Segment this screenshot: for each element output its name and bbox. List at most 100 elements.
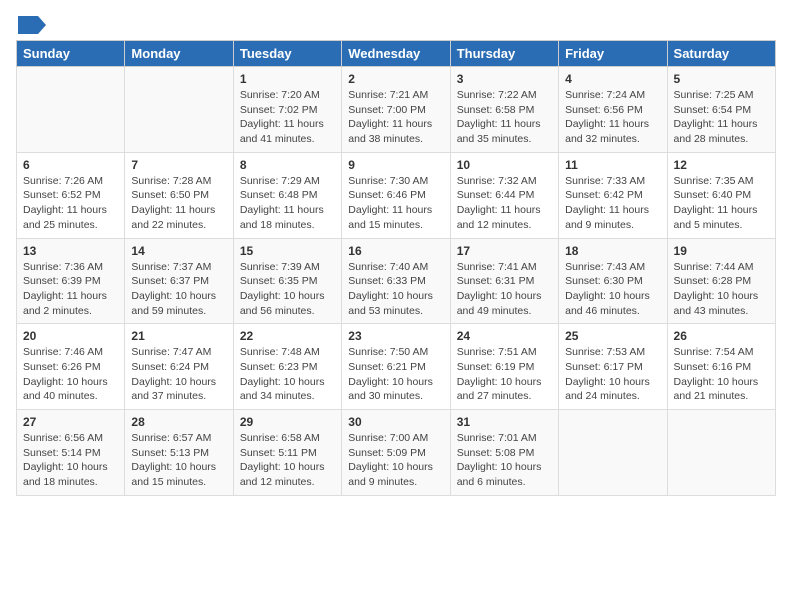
header-cell-thursday: Thursday — [450, 41, 558, 67]
day-cell: 8 Sunrise: 7:29 AM Sunset: 6:48 PM Daylig… — [233, 152, 341, 238]
header-row: SundayMondayTuesdayWednesdayThursdayFrid… — [17, 41, 776, 67]
day-cell: 1 Sunrise: 7:20 AM Sunset: 7:02 PM Daylig… — [233, 67, 341, 153]
week-row-1: 1 Sunrise: 7:20 AM Sunset: 7:02 PM Daylig… — [17, 67, 776, 153]
day-cell: 24 Sunrise: 7:51 AM Sunset: 6:19 PM Dayli… — [450, 324, 558, 410]
day-detail: Sunrise: 7:28 AM Sunset: 6:50 PM Dayligh… — [131, 174, 226, 233]
day-detail: Sunrise: 7:22 AM Sunset: 6:58 PM Dayligh… — [457, 88, 552, 147]
day-detail: Sunrise: 7:50 AM Sunset: 6:21 PM Dayligh… — [348, 345, 443, 404]
day-detail: Sunrise: 7:48 AM Sunset: 6:23 PM Dayligh… — [240, 345, 335, 404]
day-detail: Sunrise: 7:44 AM Sunset: 6:28 PM Dayligh… — [674, 260, 769, 319]
day-number: 28 — [131, 415, 226, 429]
logo-icon — [18, 16, 46, 34]
day-detail: Sunrise: 7:43 AM Sunset: 6:30 PM Dayligh… — [565, 260, 660, 319]
day-cell: 6Sunrise: 7:26 AM Sunset: 6:52 PM Daylig… — [17, 152, 125, 238]
logo — [16, 16, 48, 30]
day-cell: 16 Sunrise: 7:40 AM Sunset: 6:33 PM Dayli… — [342, 238, 450, 324]
day-cell: 13Sunrise: 7:36 AM Sunset: 6:39 PM Dayli… — [17, 238, 125, 324]
day-number: 22 — [240, 329, 335, 343]
header-cell-tuesday: Tuesday — [233, 41, 341, 67]
day-cell: 11Sunrise: 7:33 AM Sunset: 6:42 PM Dayli… — [559, 152, 667, 238]
day-cell: 5Sunrise: 7:25 AM Sunset: 6:54 PM Daylig… — [667, 67, 775, 153]
day-cell: 30 Sunrise: 7:00 AM Sunset: 5:09 PM Dayli… — [342, 410, 450, 496]
day-cell: 19 Sunrise: 7:44 AM Sunset: 6:28 PM Dayli… — [667, 238, 775, 324]
day-detail: Sunrise: 7:20 AM Sunset: 7:02 PM Dayligh… — [240, 88, 335, 147]
day-detail: Sunrise: 6:57 AM Sunset: 5:13 PM Dayligh… — [131, 431, 226, 490]
day-cell: 23 Sunrise: 7:50 AM Sunset: 6:21 PM Dayli… — [342, 324, 450, 410]
day-number: 12 — [674, 158, 769, 172]
day-detail: Sunrise: 7:54 AM Sunset: 6:16 PM Dayligh… — [674, 345, 769, 404]
week-row-5: 27 Sunrise: 6:56 AM Sunset: 5:14 PM Dayli… — [17, 410, 776, 496]
day-cell: 17Sunrise: 7:41 AM Sunset: 6:31 PM Dayli… — [450, 238, 558, 324]
day-number: 5 — [674, 72, 769, 86]
day-cell: 9 Sunrise: 7:30 AM Sunset: 6:46 PM Daylig… — [342, 152, 450, 238]
day-number: 29 — [240, 415, 335, 429]
week-row-2: 6Sunrise: 7:26 AM Sunset: 6:52 PM Daylig… — [17, 152, 776, 238]
day-number: 19 — [674, 244, 769, 258]
day-cell: 12 Sunrise: 7:35 AM Sunset: 6:40 PM Dayli… — [667, 152, 775, 238]
day-number: 8 — [240, 158, 335, 172]
page-header — [16, 16, 776, 30]
day-detail: Sunrise: 7:35 AM Sunset: 6:40 PM Dayligh… — [674, 174, 769, 233]
day-detail: Sunrise: 7:53 AM Sunset: 6:17 PM Dayligh… — [565, 345, 660, 404]
day-number: 17 — [457, 244, 552, 258]
day-detail: Sunrise: 7:40 AM Sunset: 6:33 PM Dayligh… — [348, 260, 443, 319]
day-detail: Sunrise: 7:46 AM Sunset: 6:26 PM Dayligh… — [23, 345, 118, 404]
day-cell: 3 Sunrise: 7:22 AM Sunset: 6:58 PM Daylig… — [450, 67, 558, 153]
day-number: 2 — [348, 72, 443, 86]
day-detail: Sunrise: 7:24 AM Sunset: 6:56 PM Dayligh… — [565, 88, 660, 147]
day-cell: 2Sunrise: 7:21 AM Sunset: 7:00 PM Daylig… — [342, 67, 450, 153]
day-number: 20 — [23, 329, 118, 343]
header-cell-sunday: Sunday — [17, 41, 125, 67]
day-number: 7 — [131, 158, 226, 172]
day-number: 25 — [565, 329, 660, 343]
day-cell: 20 Sunrise: 7:46 AM Sunset: 6:26 PM Dayli… — [17, 324, 125, 410]
day-number: 14 — [131, 244, 226, 258]
day-number: 11 — [565, 158, 660, 172]
day-number: 9 — [348, 158, 443, 172]
day-number: 1 — [240, 72, 335, 86]
day-number: 30 — [348, 415, 443, 429]
day-detail: Sunrise: 7:36 AM Sunset: 6:39 PM Dayligh… — [23, 260, 118, 319]
day-number: 4 — [565, 72, 660, 86]
day-number: 24 — [457, 329, 552, 343]
day-number: 21 — [131, 329, 226, 343]
day-number: 15 — [240, 244, 335, 258]
day-cell: 18 Sunrise: 7:43 AM Sunset: 6:30 PM Dayli… — [559, 238, 667, 324]
day-number: 3 — [457, 72, 552, 86]
day-cell: 26 Sunrise: 7:54 AM Sunset: 6:16 PM Dayli… — [667, 324, 775, 410]
day-cell: 31Sunrise: 7:01 AM Sunset: 5:08 PM Dayli… — [450, 410, 558, 496]
header-cell-saturday: Saturday — [667, 41, 775, 67]
week-row-4: 20 Sunrise: 7:46 AM Sunset: 6:26 PM Dayli… — [17, 324, 776, 410]
day-cell: 14 Sunrise: 7:37 AM Sunset: 6:37 PM Dayli… — [125, 238, 233, 324]
day-detail: Sunrise: 7:39 AM Sunset: 6:35 PM Dayligh… — [240, 260, 335, 319]
day-detail: Sunrise: 7:37 AM Sunset: 6:37 PM Dayligh… — [131, 260, 226, 319]
day-number: 23 — [348, 329, 443, 343]
day-detail: Sunrise: 7:32 AM Sunset: 6:44 PM Dayligh… — [457, 174, 552, 233]
day-number: 10 — [457, 158, 552, 172]
day-detail: Sunrise: 7:51 AM Sunset: 6:19 PM Dayligh… — [457, 345, 552, 404]
day-detail: Sunrise: 7:00 AM Sunset: 5:09 PM Dayligh… — [348, 431, 443, 490]
day-detail: Sunrise: 7:29 AM Sunset: 6:48 PM Dayligh… — [240, 174, 335, 233]
day-cell: 28 Sunrise: 6:57 AM Sunset: 5:13 PM Dayli… — [125, 410, 233, 496]
day-detail: Sunrise: 7:26 AM Sunset: 6:52 PM Dayligh… — [23, 174, 118, 233]
day-cell: 7 Sunrise: 7:28 AM Sunset: 6:50 PM Daylig… — [125, 152, 233, 238]
day-detail: Sunrise: 7:30 AM Sunset: 6:46 PM Dayligh… — [348, 174, 443, 233]
header-cell-monday: Monday — [125, 41, 233, 67]
calendar-table: SundayMondayTuesdayWednesdayThursdayFrid… — [16, 40, 776, 496]
day-cell: 21Sunrise: 7:47 AM Sunset: 6:24 PM Dayli… — [125, 324, 233, 410]
day-cell: 29 Sunrise: 6:58 AM Sunset: 5:11 PM Dayli… — [233, 410, 341, 496]
day-cell: 10 Sunrise: 7:32 AM Sunset: 6:44 PM Dayli… — [450, 152, 558, 238]
day-number: 18 — [565, 244, 660, 258]
day-number: 27 — [23, 415, 118, 429]
day-detail: Sunrise: 7:01 AM Sunset: 5:08 PM Dayligh… — [457, 431, 552, 490]
header-cell-wednesday: Wednesday — [342, 41, 450, 67]
day-detail: Sunrise: 6:56 AM Sunset: 5:14 PM Dayligh… — [23, 431, 118, 490]
day-number: 26 — [674, 329, 769, 343]
day-cell: 4 Sunrise: 7:24 AM Sunset: 6:56 PM Daylig… — [559, 67, 667, 153]
day-cell — [125, 67, 233, 153]
day-cell — [17, 67, 125, 153]
day-cell: 15 Sunrise: 7:39 AM Sunset: 6:35 PM Dayli… — [233, 238, 341, 324]
day-detail: Sunrise: 6:58 AM Sunset: 5:11 PM Dayligh… — [240, 431, 335, 490]
day-cell: 27 Sunrise: 6:56 AM Sunset: 5:14 PM Dayli… — [17, 410, 125, 496]
day-number: 16 — [348, 244, 443, 258]
